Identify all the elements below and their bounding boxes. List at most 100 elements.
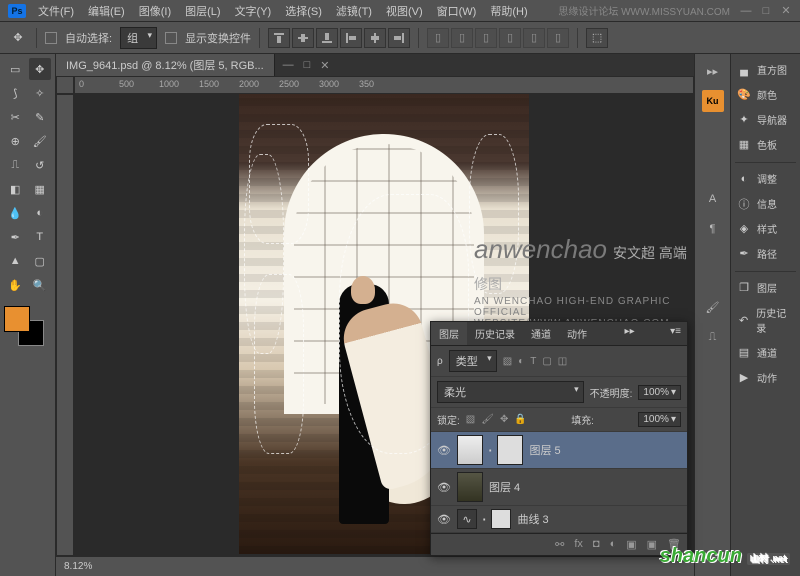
visibility-toggle-icon[interactable]: 👁 [437, 480, 451, 494]
channels-tab[interactable]: 通道 [523, 322, 559, 345]
move-tool-icon[interactable]: ✥ [29, 58, 52, 80]
menu-view[interactable]: 视图(V) [380, 0, 429, 22]
add-mask-icon[interactable]: ◘ [593, 538, 600, 551]
color-swatches[interactable] [4, 306, 44, 346]
panel-tab-info[interactable]: ⓘ信息 [735, 192, 796, 215]
filter-shape-icon[interactable]: ▢ [542, 356, 551, 367]
filter-type-icon[interactable]: T [530, 356, 536, 367]
lock-transparent-icon[interactable]: ▧ [466, 414, 475, 425]
filter-adjust-icon[interactable]: ◐ [518, 356, 524, 367]
panel-tab-swatches[interactable]: ▦色板 [735, 133, 796, 156]
new-layer-icon[interactable]: ▣ [647, 538, 657, 551]
menu-select[interactable]: 选择(S) [279, 0, 328, 22]
panel-tab-layers[interactable]: ❐图层 [735, 271, 796, 299]
vertical-ruler[interactable] [56, 94, 74, 556]
layer-row[interactable]: 👁 ⬝ 图层 5 [431, 432, 687, 469]
visibility-toggle-icon[interactable]: 👁 [437, 443, 451, 457]
layer-row[interactable]: 👁 ∿ ⬝ 曲线 3 [431, 506, 687, 533]
auto-select-target-dropdown[interactable]: 组 [120, 27, 157, 49]
crop-tool-icon[interactable]: ✂ [4, 106, 27, 128]
hand-tool-icon[interactable]: ✋ [4, 274, 27, 296]
paragraph-panel-icon[interactable]: ¶ [702, 218, 724, 240]
layer-thumbnail[interactable] [457, 472, 483, 502]
gradient-tool-icon[interactable]: ▦ [29, 178, 52, 200]
filter-kind-dropdown[interactable]: 类型 [449, 350, 497, 372]
healing-tool-icon[interactable]: ⊕ [4, 130, 27, 152]
path-select-tool-icon[interactable]: ▲ [4, 250, 27, 272]
blend-mode-dropdown[interactable]: 柔光 [437, 381, 584, 403]
new-group-icon[interactable]: ▣ [626, 538, 636, 551]
menu-type[interactable]: 文字(Y) [229, 0, 278, 22]
menu-window[interactable]: 窗口(W) [431, 0, 483, 22]
filter-smart-icon[interactable]: ◫ [558, 356, 567, 367]
pen-tool-icon[interactable]: ✒ [4, 226, 27, 248]
adjustment-thumbnail[interactable]: ∿ [457, 509, 477, 529]
horizontal-ruler[interactable]: 0 500 1000 1500 2000 2500 3000 350 [74, 76, 694, 94]
panel-tab-styles[interactable]: ◈样式 [735, 217, 796, 240]
history-tab[interactable]: 历史记录 [467, 322, 523, 345]
link-layers-icon[interactable]: ⚯ [555, 538, 564, 551]
panel-menu-icon[interactable]: ▾≡ [664, 322, 687, 345]
blur-tool-icon[interactable]: 💧 [4, 202, 27, 224]
document-tab[interactable]: IMG_9641.psd @ 8.12% (图层 5, RGB... [56, 54, 275, 76]
distribute-hcenter-icon[interactable]: ▯ [523, 28, 545, 48]
fill-input[interactable]: 100%▾ [638, 412, 681, 427]
distribute-top-icon[interactable]: ▯ [427, 28, 449, 48]
lock-position-icon[interactable]: ✥ [500, 414, 508, 425]
opacity-input[interactable]: 100%▾ [638, 385, 681, 400]
tab-close-icon[interactable]: ✕ [320, 59, 329, 72]
layer-name[interactable]: 图层 4 [489, 479, 520, 495]
panel-tab-channels[interactable]: ▤通道 [735, 341, 796, 364]
menu-layer[interactable]: 图层(L) [179, 0, 226, 22]
clone-panel-icon[interactable]: ⎍ [702, 326, 724, 348]
tab-minimize-icon[interactable]: — [283, 59, 294, 72]
align-bottom-icon[interactable] [316, 28, 338, 48]
mask-thumbnail[interactable] [497, 435, 523, 465]
eraser-tool-icon[interactable]: ◧ [4, 178, 27, 200]
brush-panel-icon[interactable]: 🖌 [702, 296, 724, 318]
expand-dock-icon[interactable]: ▸▸ [702, 60, 724, 82]
layer-row[interactable]: 👁 图层 4 [431, 469, 687, 506]
menu-help[interactable]: 帮助(H) [484, 0, 533, 22]
stamp-tool-icon[interactable]: ⎍ [4, 154, 27, 176]
panel-collapse-icon[interactable]: ▸▸ [619, 322, 641, 345]
zoom-tool-icon[interactable]: 🔍 [29, 274, 52, 296]
minimize-icon[interactable]: — [740, 5, 752, 17]
layer-name[interactable]: 曲线 3 [517, 511, 548, 527]
actions-tab[interactable]: 动作 [559, 322, 595, 345]
lasso-tool-icon[interactable]: ⟆ [4, 82, 27, 104]
eyedropper-tool-icon[interactable]: ✎ [29, 106, 52, 128]
filter-pixel-icon[interactable]: ▧ [503, 356, 512, 367]
dodge-tool-icon[interactable]: ◐ [29, 202, 52, 224]
mask-link-icon[interactable]: ⬝ [483, 514, 485, 525]
layers-tab[interactable]: 图层 [431, 322, 467, 345]
panel-tab-actions[interactable]: ▶动作 [735, 366, 796, 389]
lock-all-icon[interactable]: 🔒 [514, 414, 526, 425]
show-transform-checkbox[interactable] [165, 32, 177, 44]
distribute-right-icon[interactable]: ▯ [547, 28, 569, 48]
lock-pixels-icon[interactable]: 🖌 [481, 414, 494, 425]
menu-file[interactable]: 文件(F) [32, 0, 80, 22]
panel-tab-history[interactable]: ↶历史记录 [735, 301, 796, 339]
panel-tab-histogram[interactable]: ▄直方图 [735, 58, 796, 81]
zoom-level[interactable]: 8.12% [64, 561, 92, 572]
character-panel-icon[interactable]: A [702, 188, 724, 210]
mask-thumbnail[interactable] [491, 509, 511, 529]
menu-edit[interactable]: 编辑(E) [82, 0, 131, 22]
layer-name[interactable]: 图层 5 [529, 442, 560, 458]
panel-tab-paths[interactable]: ✒路径 [735, 242, 796, 265]
new-adjustment-icon[interactable]: ◐ [610, 538, 617, 551]
kuler-icon[interactable]: Ku [702, 90, 724, 112]
distribute-bottom-icon[interactable]: ▯ [475, 28, 497, 48]
layer-fx-icon[interactable]: fx [574, 538, 583, 551]
tab-restore-icon[interactable]: □ [304, 59, 311, 72]
history-brush-tool-icon[interactable]: ↺ [29, 154, 52, 176]
maximize-icon[interactable]: □ [760, 5, 772, 17]
close-icon[interactable]: ✕ [780, 5, 792, 17]
type-tool-icon[interactable]: T [29, 226, 52, 248]
menu-filter[interactable]: 滤镜(T) [330, 0, 378, 22]
panel-tab-navigator[interactable]: ✦导航器 [735, 108, 796, 131]
brush-tool-icon[interactable]: 🖌 [29, 130, 52, 152]
distribute-vcenter-icon[interactable]: ▯ [451, 28, 473, 48]
panel-tab-color[interactable]: 🎨颜色 [735, 83, 796, 106]
